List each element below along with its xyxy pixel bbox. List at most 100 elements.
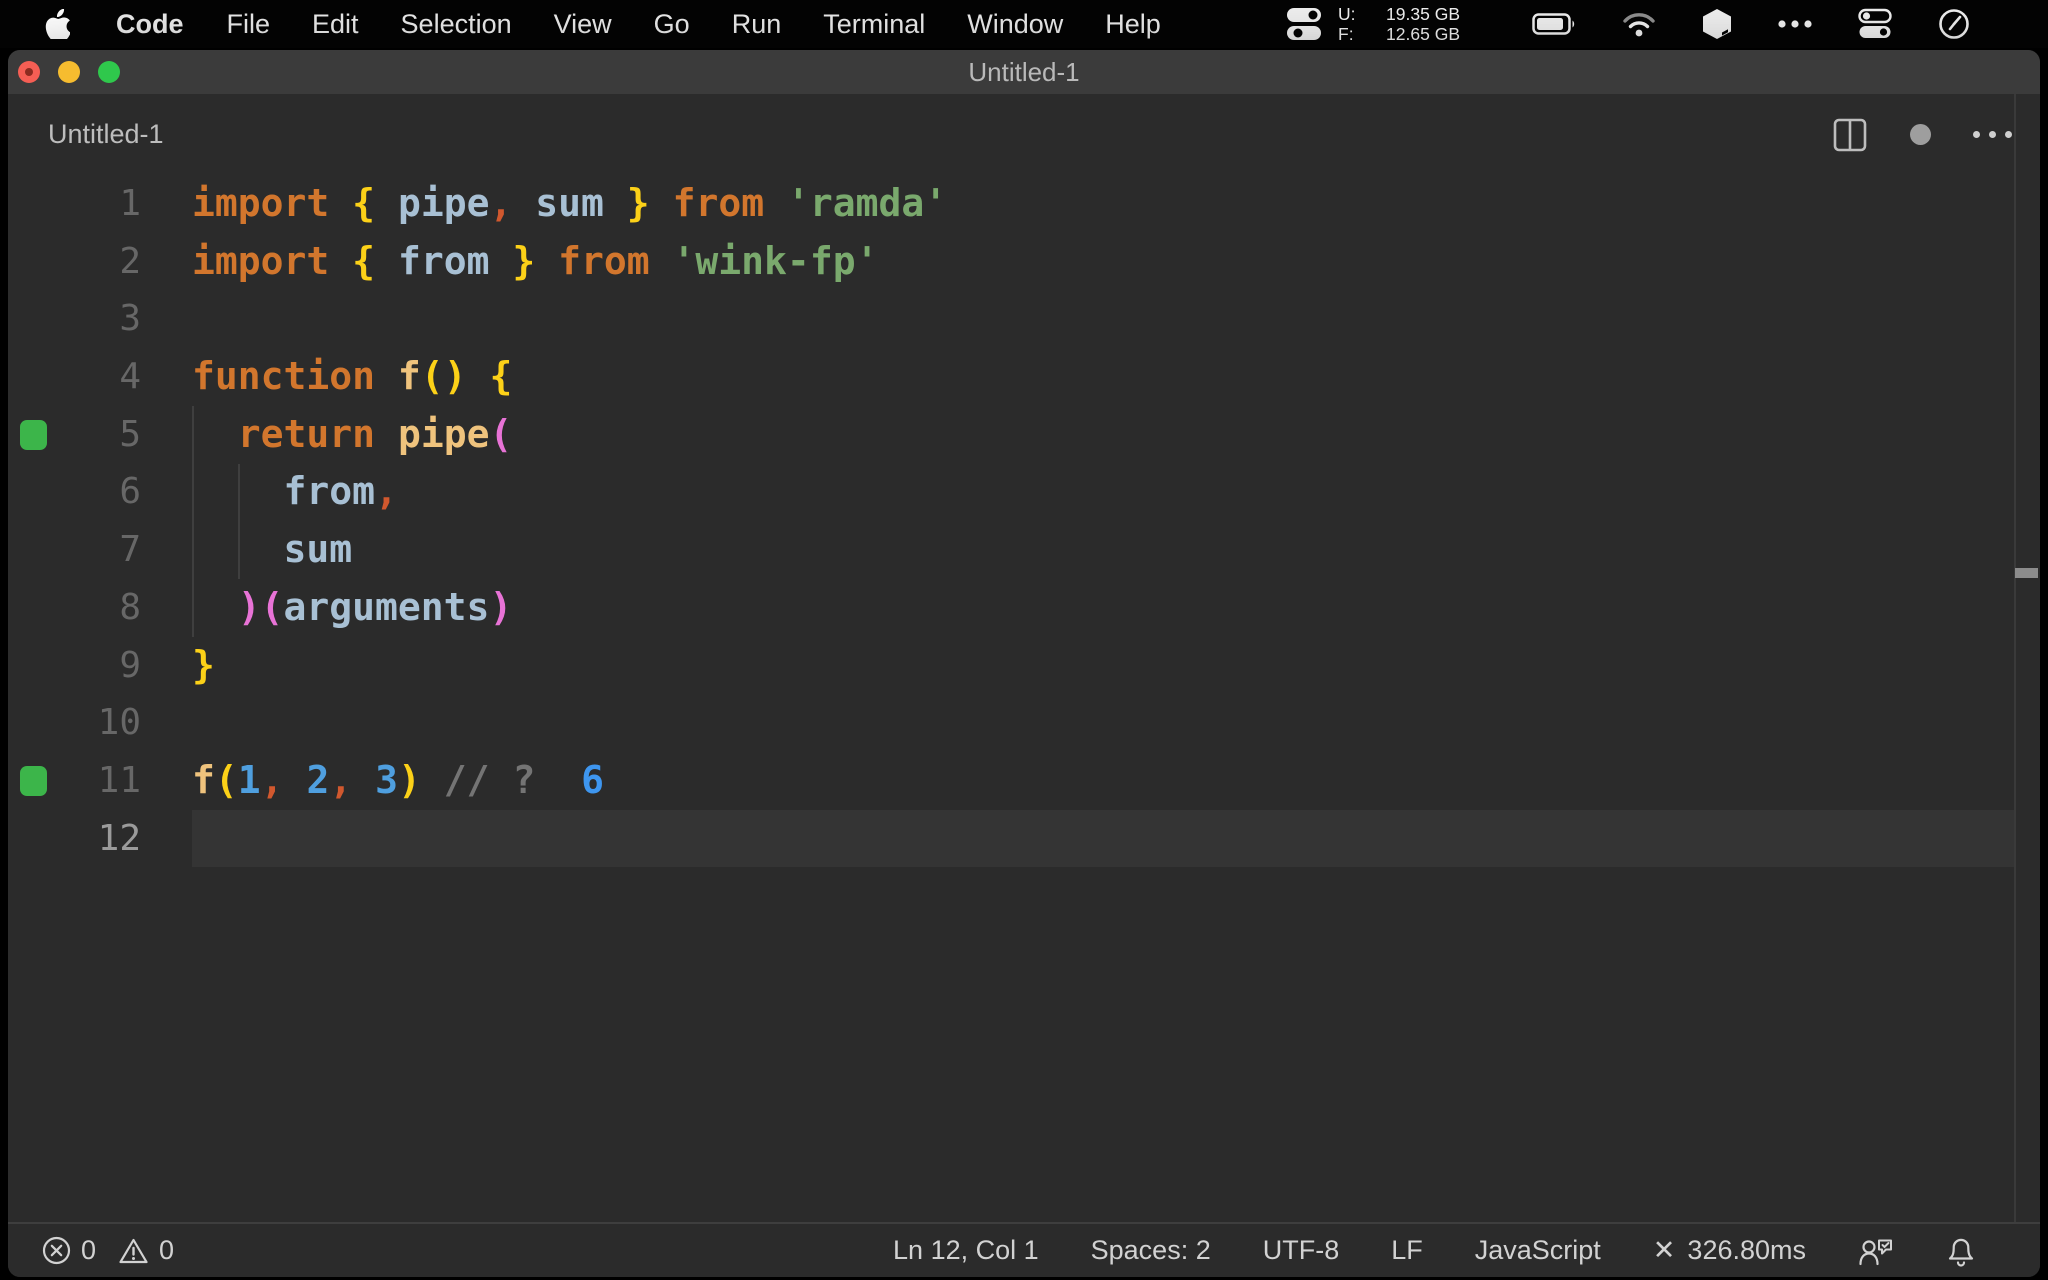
encoding-setting[interactable]: UTF-8 xyxy=(1263,1235,1340,1266)
token-punct: , xyxy=(489,181,513,225)
menu-item-code[interactable]: Code xyxy=(94,9,206,40)
tab-untitled-1[interactable]: Untitled-1 xyxy=(48,94,164,175)
token-keyword: from xyxy=(558,238,650,283)
battery-icon[interactable] xyxy=(1532,13,1576,35)
times-icon: ✕ xyxy=(1652,1235,1676,1265)
menu-item-run[interactable]: Run xyxy=(711,9,803,40)
token-func: f xyxy=(397,354,421,399)
control-center-icon[interactable] xyxy=(1858,8,1892,40)
minimize-button[interactable] xyxy=(58,61,80,83)
more-actions-icon[interactable] xyxy=(1973,131,2012,138)
code-line-2[interactable]: 2 import { from } from 'wink-fp' xyxy=(8,233,2040,291)
code-line-6[interactable]: 6 from, xyxy=(8,463,2040,521)
code-line-9[interactable]: 9} xyxy=(8,637,2040,695)
token-func: f xyxy=(192,757,215,802)
token-number: 2 xyxy=(306,757,330,802)
close-button[interactable] xyxy=(18,61,40,83)
token-ident: sum xyxy=(283,527,353,572)
eol-setting[interactable]: LF xyxy=(1391,1235,1423,1266)
token-comment: // xyxy=(443,757,490,802)
line-number: 8 xyxy=(119,586,141,628)
stats-icon xyxy=(1286,5,1322,43)
line-number: 1 xyxy=(119,183,141,224)
memory-widget[interactable]: U: 19.35 GB F: 12.65 GB xyxy=(1286,4,1460,44)
line-number: 12 xyxy=(97,817,141,859)
code-line-5[interactable]: 5 return pipe( xyxy=(8,406,2040,464)
token-number: 1 xyxy=(237,757,261,802)
feedback-icon[interactable] xyxy=(1858,1236,1894,1266)
token-bracket2: )( xyxy=(237,584,284,629)
code-line-7[interactable]: 7 sum xyxy=(8,521,2040,579)
token-number: 3 xyxy=(375,757,399,802)
menu-item-terminal[interactable]: Terminal xyxy=(802,9,946,40)
cube-icon[interactable] xyxy=(1702,8,1732,40)
token-ident: arguments xyxy=(283,584,490,629)
language-mode[interactable]: JavaScript xyxy=(1475,1235,1601,1266)
token-string: 'ramda' xyxy=(786,181,948,225)
tab-bar: Untitled-1 xyxy=(8,94,2040,175)
menu-item-view[interactable]: View xyxy=(533,9,633,40)
indentation-setting[interactable]: Spaces: 2 xyxy=(1091,1235,1211,1266)
menu-item-help[interactable]: Help xyxy=(1084,9,1182,40)
token-string: 'wink-fp' xyxy=(672,238,879,283)
token-punct: , xyxy=(260,757,284,802)
line-number: 9 xyxy=(119,644,141,686)
line-number: 6 xyxy=(119,471,141,513)
menu-item-go[interactable]: Go xyxy=(633,9,711,40)
menu-items: File Edit Selection View Go Run Terminal Window… xyxy=(206,9,1182,40)
code-text: f(1, 2, 3) // ? 6 xyxy=(192,752,604,810)
error-icon xyxy=(42,1236,71,1265)
token-punct: , xyxy=(375,469,398,514)
token-bracket1: } xyxy=(192,642,215,687)
menu-item-file[interactable]: File xyxy=(206,9,292,40)
code-line-4[interactable]: 4 function f() { xyxy=(8,348,2040,406)
code-line-12[interactable]: 12 xyxy=(8,809,2040,868)
code-text: import { from } from 'wink-fp' xyxy=(192,233,878,291)
window-title: Untitled-1 xyxy=(968,57,1080,87)
ellipsis-icon[interactable] xyxy=(1778,20,1812,28)
zoom-button[interactable] xyxy=(98,61,120,83)
wifi-icon[interactable] xyxy=(1622,11,1656,37)
split-editor-icon[interactable] xyxy=(1832,117,1868,153)
token-keyword: import xyxy=(192,238,330,283)
token-bracket2: ( xyxy=(489,411,513,456)
overview-ruler-marker[interactable] xyxy=(2015,568,2038,578)
perf-indicator[interactable]: ✕ 326.80ms xyxy=(1653,1235,1806,1266)
line-number: 7 xyxy=(119,529,141,571)
code-text: return pipe( xyxy=(192,406,513,464)
code-line-3[interactable]: 3 xyxy=(8,290,2040,348)
vscode-window: Untitled-1 Untitled-1 1 import { pipe, su… xyxy=(8,50,2040,1277)
line-number: 2 xyxy=(119,240,141,282)
problems-indicator[interactable]: 0 0 xyxy=(42,1235,186,1266)
token-result: 6 xyxy=(581,757,604,802)
menu-item-edit[interactable]: Edit xyxy=(291,9,380,40)
code-line-10[interactable]: 10 xyxy=(8,694,2040,752)
code-line-1[interactable]: 1 import { pipe, sum } from 'ramda' xyxy=(8,175,2040,233)
menu-bar: Code File Edit Selection View Go Run Terminal W… xyxy=(0,0,2048,48)
title-bar[interactable]: Untitled-1 xyxy=(8,50,2040,94)
token-ident: from xyxy=(397,238,490,283)
code-line-11[interactable]: 11 f(1, 2, 3) // ? 6 xyxy=(8,752,2040,810)
menu-item-window[interactable]: Window xyxy=(946,9,1084,40)
token-ident: from xyxy=(283,469,376,514)
line-number: 11 xyxy=(97,759,141,801)
cursor-position[interactable]: Ln 12, Col 1 xyxy=(893,1235,1039,1266)
token-bracket1: { xyxy=(352,238,376,283)
editor[interactable]: 1 import { pipe, sum } from 'ramda' 2 impor… xyxy=(8,175,2040,1222)
token-keyword: import xyxy=(192,181,330,225)
code-line-8[interactable]: 8 )(arguments) xyxy=(8,579,2040,637)
unsaved-dot-icon[interactable] xyxy=(1910,124,1931,145)
apple-menu[interactable] xyxy=(44,9,70,39)
menu-item-selection[interactable]: Selection xyxy=(380,9,533,40)
bell-icon[interactable] xyxy=(1946,1235,1976,1267)
token-bracket1: () xyxy=(420,354,467,399)
clock-icon[interactable] xyxy=(1938,8,1970,40)
